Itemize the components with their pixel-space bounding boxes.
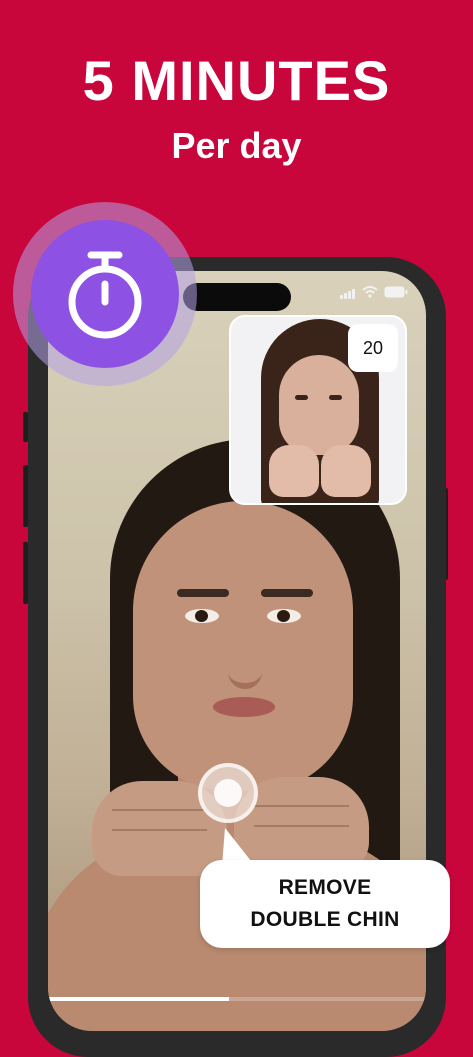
rep-counter-badge: 20 xyxy=(348,324,398,372)
user-face xyxy=(133,501,353,791)
left-eyebrow xyxy=(177,589,229,597)
video-progress-fill xyxy=(48,997,230,1001)
lips xyxy=(213,697,275,717)
battery-icon xyxy=(384,285,408,303)
headline-title: 5 MINUTES xyxy=(82,49,391,112)
exercise-callout: REMOVE DOUBLE CHIN xyxy=(200,860,450,948)
wifi-icon xyxy=(362,285,378,303)
instructor-face xyxy=(279,355,359,455)
timer-badge xyxy=(31,220,179,368)
left-eye xyxy=(185,609,219,623)
instructor-right-eye xyxy=(329,395,342,400)
video-progress-track xyxy=(48,997,426,1001)
instructor-left-eye xyxy=(295,395,308,400)
nose xyxy=(228,641,262,689)
touch-point-marker xyxy=(198,763,258,823)
signal-icon xyxy=(340,289,356,299)
right-eye xyxy=(267,609,301,623)
callout-line-1: REMOVE xyxy=(278,876,372,899)
right-eyebrow xyxy=(261,589,313,597)
status-bar-icons xyxy=(340,285,408,303)
callout-line-2: DOUBLE CHIN xyxy=(250,908,400,931)
stopwatch-icon xyxy=(68,251,142,339)
headline-subtitle: Per day xyxy=(171,125,302,166)
instructor-left-fist xyxy=(269,445,319,497)
instructor-right-fist xyxy=(321,445,371,497)
dynamic-island xyxy=(183,283,291,311)
